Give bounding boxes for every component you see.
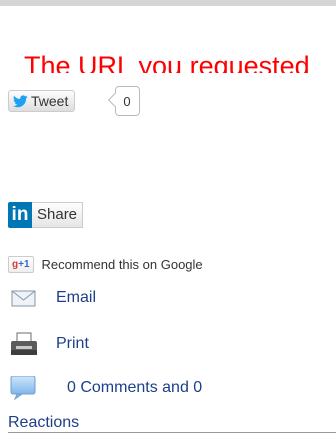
- comment-bubble-icon: [10, 376, 36, 400]
- tweet-count-badge: 0: [115, 86, 140, 116]
- linkedin-icon: in: [8, 202, 32, 228]
- printer-icon: [11, 332, 37, 355]
- print-row: Print: [8, 332, 89, 356]
- reactions-link[interactable]: Reactions: [8, 414, 79, 432]
- google-plus-one-button[interactable]: g+1: [8, 256, 34, 273]
- envelope-icon: [11, 290, 36, 307]
- tweet-count: 0: [123, 93, 131, 109]
- error-headline: The URL you requested: [24, 51, 310, 73]
- linkedin-share-label: Share: [32, 202, 84, 228]
- comments-link[interactable]: 0 Comments and 0: [67, 379, 202, 397]
- top-divider: [0, 0, 336, 6]
- bottom-divider: [8, 432, 336, 433]
- google-plus-row: g+1 Recommend this on Google: [8, 256, 203, 273]
- tweet-label: Tweet: [31, 93, 69, 109]
- comments-row: 0 Comments and 0: [8, 376, 202, 400]
- email-row: Email: [8, 286, 96, 310]
- google-recommend-label: Recommend this on Google: [41, 257, 203, 272]
- email-link[interactable]: Email: [56, 289, 96, 307]
- plus-one: +1: [18, 259, 30, 270]
- tweet-button[interactable]: Tweet: [8, 90, 76, 112]
- share-panel: The URL you requested Tweet 0 in Share g…: [0, 0, 336, 439]
- print-link[interactable]: Print: [56, 335, 89, 353]
- twitter-bird-icon: [13, 94, 28, 107]
- linkedin-share-button[interactable]: in Share: [8, 202, 84, 228]
